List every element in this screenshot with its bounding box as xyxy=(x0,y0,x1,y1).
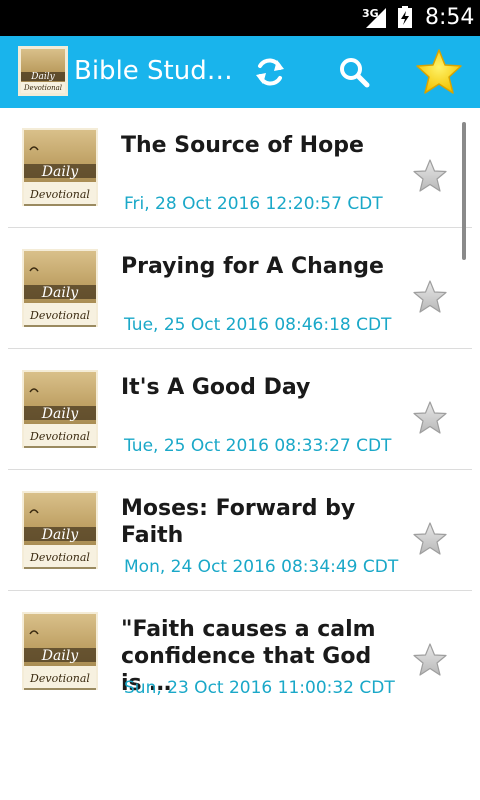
item-date: Sun, 23 Oct 2016 11:00:32 CDT xyxy=(124,678,395,698)
star-icon[interactable] xyxy=(412,158,448,194)
star-icon[interactable] xyxy=(412,400,448,436)
svg-text:Daily: Daily xyxy=(41,285,80,301)
search-button[interactable] xyxy=(332,50,376,94)
signal-icon xyxy=(366,8,386,28)
svg-text:Devotional: Devotional xyxy=(29,551,90,564)
action-bar: Daily Devotional Bible Stud… xyxy=(0,36,480,108)
list-item[interactable]: Daily Devotional It's A Good Day Tue, 25… xyxy=(8,350,472,470)
star-icon[interactable] xyxy=(412,279,448,315)
app-logo-icon[interactable]: Daily Devotional xyxy=(18,46,68,96)
divider xyxy=(8,227,472,228)
item-date: Tue, 25 Oct 2016 08:46:18 CDT xyxy=(124,315,392,335)
item-date: Mon, 24 Oct 2016 08:34:49 CDT xyxy=(124,557,399,577)
svg-text:Daily: Daily xyxy=(41,648,80,664)
refresh-button[interactable] xyxy=(248,50,292,94)
list-item[interactable]: Daily Devotional Praying for A Change Tu… xyxy=(8,229,472,349)
devotional-thumbnail-icon: Daily Devotional xyxy=(22,249,98,327)
devotional-thumbnail-icon: Daily Devotional xyxy=(22,128,98,206)
svg-text:Daily: Daily xyxy=(41,164,80,180)
favorites-button[interactable] xyxy=(413,46,465,98)
svg-text:Devotional: Devotional xyxy=(23,84,62,92)
item-title: Moses: Forward by Faith xyxy=(121,496,356,548)
item-title: The Source of Hope xyxy=(121,133,364,158)
list-item[interactable]: Daily Devotional The Source of Hope Fri,… xyxy=(8,108,472,228)
star-icon[interactable] xyxy=(412,642,448,678)
list-item[interactable]: Daily Devotional "Faith causes a calm co… xyxy=(8,592,472,712)
devotional-list[interactable]: Daily Devotional The Source of Hope Fri,… xyxy=(0,108,480,800)
divider xyxy=(8,469,472,470)
item-title: Praying for A Change xyxy=(121,254,384,279)
battery-icon xyxy=(398,6,412,28)
devotional-thumbnail-icon: Daily Devotional xyxy=(22,491,98,569)
clock: 8:54 xyxy=(425,5,475,30)
star-icon[interactable] xyxy=(412,521,448,557)
devotional-thumbnail-icon: Daily Devotional xyxy=(22,370,98,448)
status-bar: 3G 8:54 xyxy=(0,0,480,36)
svg-text:Devotional: Devotional xyxy=(29,672,90,685)
scrollbar[interactable] xyxy=(462,122,466,260)
svg-text:Devotional: Devotional xyxy=(29,309,90,322)
devotional-thumbnail-icon: Daily Devotional xyxy=(22,612,98,690)
svg-text:Daily: Daily xyxy=(30,72,55,82)
item-date: Tue, 25 Oct 2016 08:33:27 CDT xyxy=(124,436,392,456)
favorite-star-icon xyxy=(416,49,462,94)
divider xyxy=(8,590,472,591)
svg-text:Devotional: Devotional xyxy=(29,430,90,443)
item-title: It's A Good Day xyxy=(121,375,311,400)
svg-text:Devotional: Devotional xyxy=(29,188,90,201)
divider xyxy=(8,348,472,349)
list-item[interactable]: Daily Devotional Moses: Forward by Faith… xyxy=(8,471,472,591)
svg-text:Daily: Daily xyxy=(41,406,80,422)
item-date: Fri, 28 Oct 2016 12:20:57 CDT xyxy=(124,194,383,214)
search-icon xyxy=(340,58,370,88)
app-title: Bible Stud… xyxy=(74,56,233,86)
svg-text:Daily: Daily xyxy=(41,527,80,543)
refresh-icon xyxy=(256,58,284,86)
